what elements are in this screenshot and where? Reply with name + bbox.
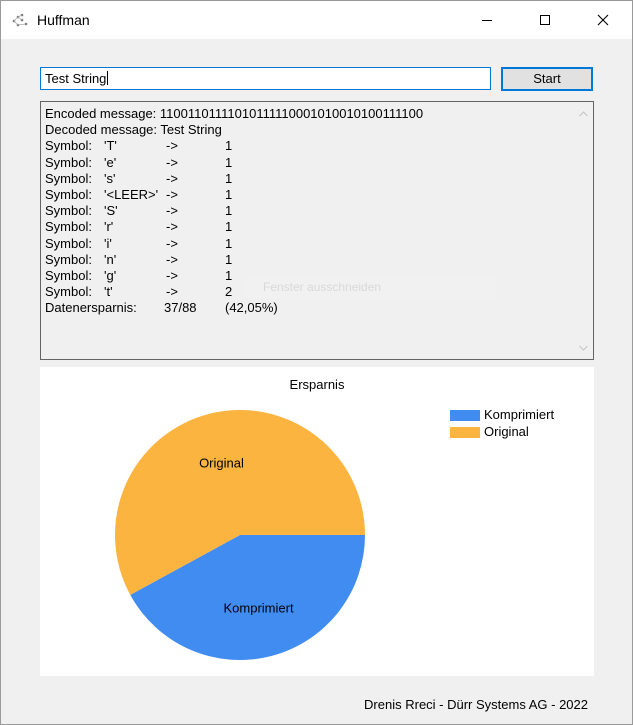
symbol-char: 'g' bbox=[104, 267, 117, 283]
text-caret bbox=[107, 71, 109, 85]
symbol-arrow: -> bbox=[166, 251, 178, 267]
savings-row: Datenersparnis: 37/88 (42,05%) bbox=[45, 300, 565, 316]
encoded-row: Encoded message: 11001101111010111110001… bbox=[45, 106, 565, 122]
maximize-button[interactable] bbox=[516, 1, 574, 39]
huffman-app-icon bbox=[11, 12, 29, 28]
symbol-char: 'S' bbox=[104, 203, 118, 219]
legend-swatch bbox=[450, 427, 480, 438]
symbol-label: Symbol: bbox=[45, 251, 92, 267]
scroll-down-icon[interactable] bbox=[575, 339, 592, 356]
symbol-count: 1 bbox=[225, 235, 233, 251]
symbol-row: Symbol: 'T' -> 1 bbox=[45, 138, 565, 154]
symbol-arrow: -> bbox=[166, 203, 178, 219]
savings-percent: (42,05%) bbox=[225, 300, 278, 316]
symbol-count: 1 bbox=[225, 186, 233, 202]
close-button[interactable] bbox=[574, 1, 632, 39]
minimize-button[interactable] bbox=[458, 1, 516, 39]
decoded-value: Test String bbox=[160, 122, 222, 138]
symbol-count: 1 bbox=[225, 138, 233, 154]
scroll-up-icon[interactable] bbox=[575, 105, 592, 122]
message-input-value: Test String bbox=[45, 71, 107, 86]
symbol-arrow: -> bbox=[166, 219, 178, 235]
symbol-count: 1 bbox=[225, 251, 233, 267]
symbol-arrow: -> bbox=[166, 186, 178, 202]
symbol-row: Symbol: 'i' -> 1 bbox=[45, 236, 565, 252]
symbol-count: 1 bbox=[225, 267, 233, 283]
symbol-char: 'e' bbox=[104, 154, 117, 170]
start-button[interactable]: Start bbox=[501, 67, 593, 91]
symbol-arrow: -> bbox=[166, 267, 178, 283]
symbol-row: Symbol: '<LEER>' -> 1 bbox=[45, 187, 565, 203]
symbol-count: 1 bbox=[225, 219, 233, 235]
pie-label-original: Original bbox=[199, 455, 244, 470]
encoded-value: 11001101111010111110001010010100111100 bbox=[159, 106, 424, 121]
maximize-icon bbox=[540, 15, 550, 25]
window-title: Huffman bbox=[37, 12, 90, 28]
legend-label: Original bbox=[484, 424, 529, 439]
symbol-arrow: -> bbox=[166, 284, 178, 300]
footer-credit: Drenis Rreci - Dürr Systems AG - 2022 bbox=[364, 697, 588, 712]
symbol-row: Symbol: 'e' -> 1 bbox=[45, 155, 565, 171]
symbol-char: 's' bbox=[104, 170, 116, 186]
symbol-label: Symbol: bbox=[45, 235, 92, 251]
symbol-char: 't' bbox=[104, 284, 113, 300]
close-icon bbox=[597, 14, 609, 26]
output-textbox[interactable]: Encoded message: 11001101111010111110001… bbox=[40, 101, 594, 360]
legend-label: Komprimiert bbox=[484, 407, 555, 422]
symbol-char: 'T' bbox=[104, 138, 117, 154]
minimize-icon bbox=[482, 20, 492, 21]
symbol-row: Symbol: 's' -> 1 bbox=[45, 171, 565, 187]
symbol-label: Symbol: bbox=[45, 186, 92, 202]
decoded-row: Decoded message: Test String bbox=[45, 122, 565, 138]
symbol-arrow: -> bbox=[166, 235, 178, 251]
app-window: Huffman Test String Start Encoded messag… bbox=[0, 0, 633, 725]
symbol-label: Symbol: bbox=[45, 138, 92, 154]
symbol-label: Symbol: bbox=[45, 170, 92, 186]
vertical-scrollbar[interactable] bbox=[575, 103, 592, 358]
symbol-arrow: -> bbox=[166, 138, 178, 154]
symbol-count: 2 bbox=[225, 284, 233, 300]
symbol-row: Symbol: 'S' -> 1 bbox=[45, 203, 565, 219]
decoded-label: Decoded message: bbox=[45, 122, 158, 138]
savings-chart: Ersparnis Komprimiert Original Komprimier… bbox=[40, 367, 594, 676]
symbol-char: 'r' bbox=[104, 219, 114, 235]
symbol-label: Symbol: bbox=[45, 203, 92, 219]
encoded-label: Encoded message: bbox=[45, 106, 157, 121]
symbol-row: Symbol: 'n' -> 1 bbox=[45, 252, 565, 268]
savings-label: Datenersparnis: bbox=[45, 300, 137, 316]
symbol-arrow: -> bbox=[166, 170, 178, 186]
symbol-row: Symbol: 'r' -> 1 bbox=[45, 219, 565, 235]
pie-label-komprimiert: Komprimiert bbox=[223, 601, 293, 616]
symbol-arrow: -> bbox=[166, 154, 178, 170]
message-input[interactable]: Test String bbox=[40, 67, 491, 90]
symbol-count: 1 bbox=[225, 203, 233, 219]
symbol-char: 'n' bbox=[104, 251, 117, 267]
symbol-char: 'i' bbox=[104, 235, 112, 251]
legend-swatch bbox=[450, 410, 480, 421]
symbol-count: 1 bbox=[225, 170, 233, 186]
symbol-label: Symbol: bbox=[45, 267, 92, 283]
savings-fraction: 37/88 bbox=[164, 300, 197, 316]
symbol-char: '<LEER>' bbox=[104, 186, 159, 202]
symbol-label: Symbol: bbox=[45, 219, 92, 235]
symbol-label: Symbol: bbox=[45, 154, 92, 170]
ghost-tooltip: Fenster ausschneiden bbox=[243, 278, 495, 298]
title-bar[interactable]: Huffman bbox=[1, 1, 632, 39]
symbol-label: Symbol: bbox=[45, 284, 92, 300]
symbol-count: 1 bbox=[225, 154, 233, 170]
